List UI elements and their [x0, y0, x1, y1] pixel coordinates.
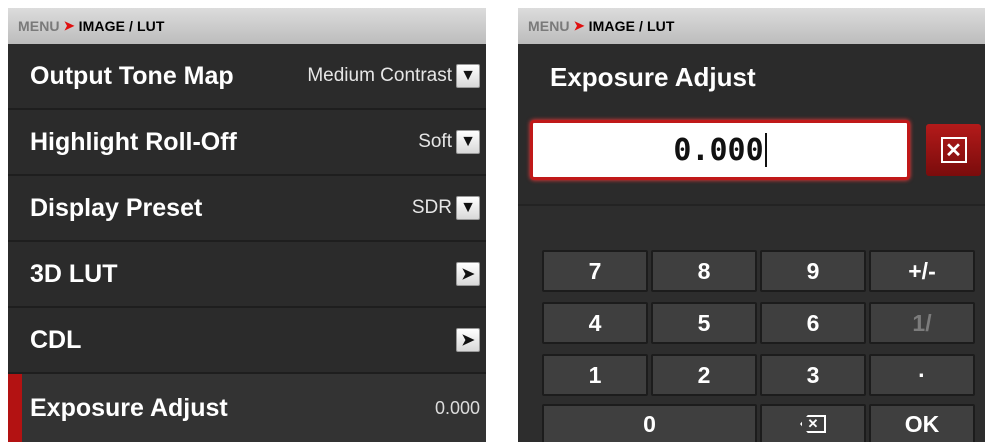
row-value-group: Medium Contrast ▼ [307, 64, 480, 88]
key-4[interactable]: 4 [542, 302, 648, 344]
key-0[interactable]: 0 [542, 404, 757, 442]
row-label: CDL [30, 325, 82, 354]
text-caret [764, 133, 767, 167]
menu-row-display-preset[interactable]: Display Preset SDR ▼ [8, 176, 486, 242]
menu-row-highlight-roll-off[interactable]: Highlight Roll-Off Soft ▼ [8, 110, 486, 176]
breadcrumb: MENU ➤ IMAGE / LUT [518, 8, 985, 44]
row-value: Medium Contrast [307, 65, 452, 86]
row-value-group: SDR ▼ [412, 196, 480, 220]
row-label: Display Preset [30, 193, 203, 222]
breadcrumb-page: IMAGE / LUT [588, 18, 675, 34]
entry-value: 0.000 [673, 132, 764, 168]
menu-row-3d-lut[interactable]: 3D LUT ➤ [8, 242, 486, 308]
row-label: Exposure Adjust [30, 393, 228, 422]
arrow-right-icon[interactable]: ➤ [456, 262, 480, 286]
key-plus-minus[interactable]: +/- [869, 250, 975, 292]
row-value: SDR [411, 197, 452, 218]
key-9[interactable]: 9 [760, 250, 866, 292]
breadcrumb-menu[interactable]: MENU [528, 18, 570, 34]
selection-marker [8, 374, 22, 442]
breadcrumb-menu[interactable]: MENU [18, 18, 60, 34]
dropdown-icon[interactable]: ▼ [456, 196, 480, 220]
dropdown-icon[interactable]: ▼ [456, 64, 480, 88]
row-label: Highlight Roll-Off [30, 127, 237, 156]
row-value-group: ➤ [456, 262, 480, 286]
key-3[interactable]: 3 [760, 354, 866, 396]
row-value-group: ➤ [456, 328, 480, 352]
exposure-value-input[interactable]: 0.000 [530, 120, 910, 180]
menu-row-output-tone-map[interactable]: Output Tone Map Medium Contrast ▼ [8, 44, 486, 110]
ok-button[interactable]: OK [869, 404, 975, 442]
dialog-title: Exposure Adjust [550, 62, 756, 92]
keypad: 7 8 9 +/- 4 5 6 1/ 1 2 3 · 0 ✕ OK [518, 204, 985, 442]
menu-row-exposure-adjust[interactable]: Exposure Adjust 0.000 [8, 374, 486, 442]
clear-button[interactable]: ✕ [926, 124, 981, 176]
key-decimal[interactable]: · [869, 354, 975, 396]
breadcrumb-page: IMAGE / LUT [78, 18, 165, 34]
backspace-icon: ✕ [800, 415, 826, 433]
breadcrumb-arrow-icon: ➤ [63, 18, 75, 33]
menu-panel: MENU ➤ IMAGE / LUT Output Tone Map Mediu… [8, 8, 486, 442]
close-icon: ✕ [940, 137, 967, 163]
key-8[interactable]: 8 [651, 250, 757, 292]
row-label: Output Tone Map [30, 61, 234, 90]
backspace-button[interactable]: ✕ [760, 404, 866, 442]
row-value: 0.000 [434, 397, 480, 418]
exposure-adjust-dialog: MENU ➤ IMAGE / LUT Exposure Adjust 0.000… [518, 8, 985, 442]
row-label: 3D LUT [30, 259, 118, 288]
dropdown-icon[interactable]: ▼ [456, 130, 480, 154]
row-value: Soft [418, 131, 452, 152]
row-value-group: Soft ▼ [418, 130, 480, 154]
key-5[interactable]: 5 [651, 302, 757, 344]
menu-row-cdl[interactable]: CDL ➤ [8, 308, 486, 374]
key-6[interactable]: 6 [760, 302, 866, 344]
arrow-right-icon[interactable]: ➤ [456, 328, 480, 352]
breadcrumb: MENU ➤ IMAGE / LUT [8, 8, 486, 44]
key-reciprocal: 1/ [869, 302, 975, 344]
key-1[interactable]: 1 [542, 354, 648, 396]
key-2[interactable]: 2 [651, 354, 757, 396]
key-7[interactable]: 7 [542, 250, 648, 292]
breadcrumb-arrow-icon: ➤ [573, 18, 585, 33]
